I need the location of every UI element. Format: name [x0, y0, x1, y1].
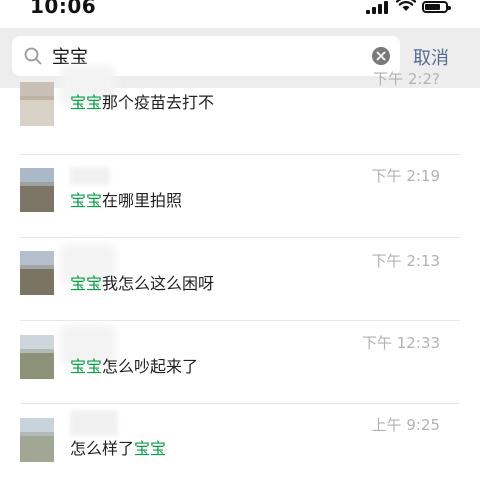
- message-snippet: 怎么样了宝宝: [70, 439, 167, 458]
- timestamp: 下午 2:2?: [373, 70, 440, 88]
- message-snippet: 宝宝怎么吵起来了: [70, 357, 199, 376]
- keyword-highlight: 宝宝: [70, 274, 103, 293]
- message-snippet: 宝宝我怎么这么困呀: [70, 274, 215, 293]
- cancel-button[interactable]: 取消: [413, 44, 449, 70]
- timestamp: 上午 9:25: [371, 416, 440, 434]
- avatar: [20, 335, 54, 379]
- keyword-highlight: 宝宝: [134, 439, 167, 458]
- battery-icon: [422, 1, 451, 13]
- avatar: [20, 418, 54, 462]
- avatar: [20, 168, 54, 212]
- keyword-highlight: 宝宝: [70, 191, 103, 210]
- contact-name-blurred: [70, 410, 118, 436]
- list-item[interactable]: 下午 2:2? 宝宝那个疫苗去打不: [0, 66, 480, 155]
- list-item[interactable]: 下午 12:33 宝宝怎么吵起来了: [0, 321, 480, 404]
- list-item[interactable]: 下午 2:13 宝宝我怎么这么困呀: [0, 238, 480, 321]
- status-icons: [366, 0, 456, 14]
- timestamp: 下午 2:19: [371, 167, 440, 185]
- list-item[interactable]: 下午 2:19 宝宝在哪里拍照: [0, 155, 480, 238]
- message-snippet: 宝宝那个疫苗去打不: [70, 93, 215, 112]
- search-icon: [24, 47, 42, 65]
- avatar: [20, 82, 54, 126]
- keyword-highlight: 宝宝: [70, 357, 103, 376]
- keyword-highlight: 宝宝: [70, 93, 103, 112]
- avatar: [20, 251, 54, 295]
- message-snippet: 宝宝在哪里拍照: [70, 191, 183, 210]
- wifi-icon: [396, 0, 416, 11]
- clear-icon[interactable]: [372, 47, 390, 65]
- timestamp: 下午 12:33: [362, 334, 440, 352]
- status-bar: 10:06: [0, 0, 480, 20]
- contact-name-blurred: [70, 167, 110, 185]
- timestamp: 下午 2:13: [371, 252, 440, 270]
- status-time: 10:06: [30, 0, 97, 18]
- list-item[interactable]: 上午 9:25 怎么样了宝宝: [0, 404, 480, 480]
